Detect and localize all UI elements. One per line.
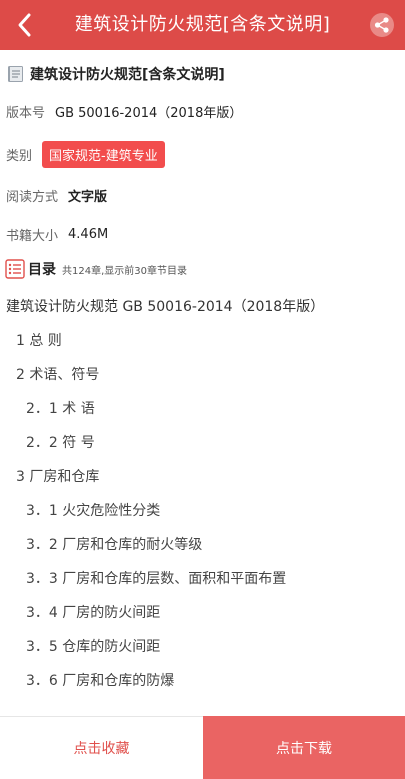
toc-list: 建筑设计防火规范 GB 50016-2014（2018年版） 1 总 则 2 术… [0, 290, 405, 698]
size-label: 书籍大小 [6, 228, 59, 244]
version-label: 版本号 [6, 105, 46, 121]
toc-header: 目录 共124章,显示前30章节目录 [5, 258, 187, 280]
toc-item[interactable]: 3．6 厂房和仓库的防爆 [0, 664, 405, 698]
read-mode-row: 阅读方式 文字版 [6, 183, 107, 207]
toc-item[interactable]: 3．1 火灾危险性分类 [0, 494, 405, 528]
list-icon [5, 259, 25, 279]
toc-item[interactable]: 2．1 术 语 [0, 392, 405, 426]
toc-item[interactable]: 3．5 仓库的防火间距 [0, 630, 405, 664]
category-row: 类别 国家规范-建筑专业 [6, 140, 165, 168]
version-value: GB 50016-2014（2018年版） [55, 105, 243, 121]
size-value: 4.46M [68, 226, 109, 242]
toc-label: 目录 [28, 262, 56, 278]
size-row: 书籍大小 4.46M [6, 222, 108, 246]
toc-item[interactable]: 3．4 厂房的防火间距 [0, 596, 405, 630]
download-button[interactable]: 点击下载 [203, 716, 405, 779]
toc-item[interactable]: 2．2 符 号 [0, 426, 405, 460]
top-bar: 建筑设计防火规范[含条文说明] [0, 0, 405, 50]
book-header: 建筑设计防火规范[含条文说明] [6, 62, 225, 86]
book-icon [8, 66, 23, 82]
version-row: 版本号 GB 50016-2014（2018年版） [6, 99, 242, 123]
read-mode-value: 文字版 [68, 189, 108, 205]
toc-note: 共124章,显示前30章节目录 [62, 265, 187, 277]
toc-item[interactable]: 3 厂房和仓库 [0, 460, 405, 494]
toc-item[interactable]: 2 术语、符号 [0, 358, 405, 392]
category-badge[interactable]: 国家规范-建筑专业 [42, 140, 165, 168]
book-title: 建筑设计防火规范[含条文说明] [30, 67, 225, 83]
toc-item[interactable]: 1 总 则 [0, 324, 405, 358]
page-title: 建筑设计防火规范[含条文说明] [74, 14, 331, 35]
toc-item[interactable]: 3．2 厂房和仓库的耐火等级 [0, 528, 405, 562]
bottom-action-bar: 点击收藏 点击下载 [0, 716, 405, 779]
read-mode-label: 阅读方式 [6, 189, 59, 205]
category-label: 类别 [6, 148, 33, 164]
toc-item[interactable]: 3．3 厂房和仓库的层数、面积和平面布置 [0, 562, 405, 596]
collect-button[interactable]: 点击收藏 [0, 716, 203, 779]
share-button[interactable] [369, 12, 395, 38]
share-icon [370, 13, 394, 37]
toc-item[interactable]: 建筑设计防火规范 GB 50016-2014（2018年版） [0, 290, 405, 324]
